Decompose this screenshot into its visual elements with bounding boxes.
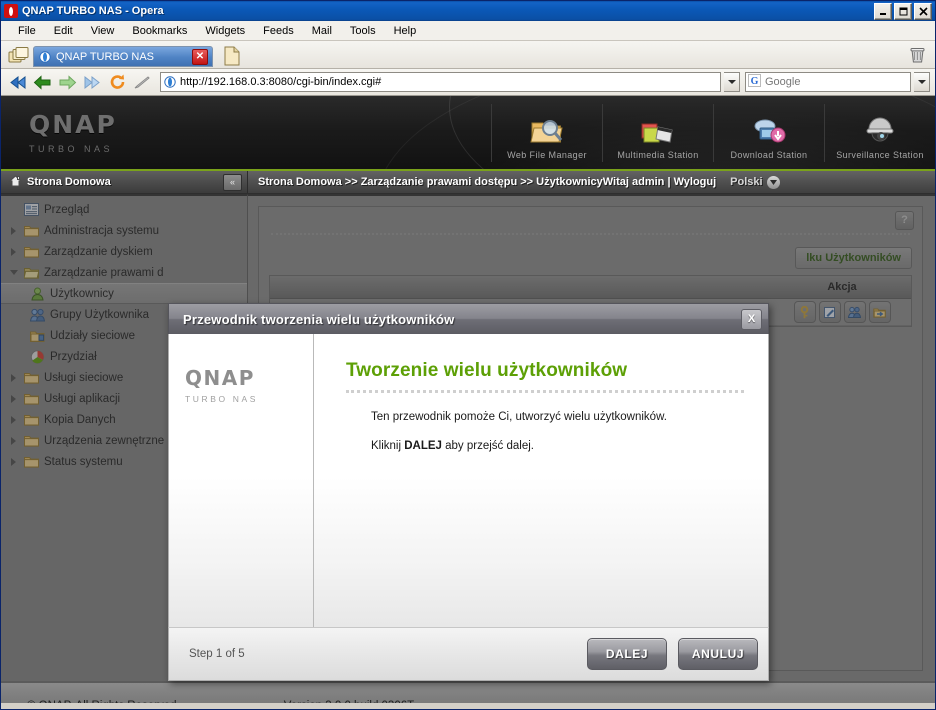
breadcrumb-text: Strona Domowa >> Zarządzanie prawami dos…: [258, 176, 603, 188]
back-button[interactable]: [31, 72, 53, 92]
header-app-shortcuts: Web File Manager Multimedia Station Down…: [491, 96, 935, 169]
chevron-down-icon: [917, 80, 926, 84]
language-selector[interactable]: Polski: [730, 175, 780, 189]
app-label: Surveillance Station: [836, 149, 924, 160]
app-label: Download Station: [730, 149, 808, 160]
window-controls: [874, 3, 932, 20]
app-web-file-manager[interactable]: Web File Manager: [491, 103, 602, 162]
menu-item-file[interactable]: File: [9, 23, 45, 39]
dialog-brand: QNAP TURBO NAS: [169, 334, 314, 627]
home-label: Strona Domowa: [27, 176, 111, 188]
menu-item-view[interactable]: View: [82, 23, 124, 39]
dialog-brand-name: QNAP: [185, 366, 255, 390]
new-tab-button[interactable]: [219, 45, 245, 67]
qnap-banner: QNAP TURBO NAS Web File Manager Multimed…: [1, 96, 935, 171]
menu-item-feeds[interactable]: Feeds: [254, 23, 303, 39]
download-icon: [752, 115, 786, 147]
address-bar: http://192.168.0.3:8080/cgi-bin/index.cg…: [1, 69, 935, 96]
app-download-station[interactable]: Download Station: [713, 103, 824, 162]
menu-item-help[interactable]: Help: [385, 23, 426, 39]
dialog-buttons: DALEJ ANULUJ: [587, 638, 758, 670]
dialog-title: Przewodnik tworzenia wielu użytkowników: [183, 311, 455, 327]
home-tab[interactable]: Strona Domowa «: [1, 171, 248, 193]
tab-favicon-icon: [38, 50, 51, 63]
paragraph-2-bold: DALEJ: [404, 439, 442, 452]
app-label: Web File Manager: [507, 149, 587, 160]
forward-button[interactable]: [56, 72, 78, 92]
chevron-down-icon: [766, 175, 780, 189]
language-label: Polski: [730, 176, 763, 188]
search-engine-dropdown[interactable]: [914, 72, 930, 92]
menu-item-widgets[interactable]: Widgets: [196, 23, 254, 39]
search-placeholder-text: Google: [765, 76, 801, 88]
dialog-brand-tagline: TURBO NAS: [185, 394, 258, 404]
rewind-button[interactable]: [6, 72, 28, 92]
home-icon: [8, 174, 23, 190]
close-button[interactable]: [914, 3, 932, 20]
cancel-button[interactable]: ANULUJ: [678, 638, 758, 670]
welcome-logout-text[interactable]: Witaj admin | Wyloguj: [603, 176, 716, 188]
brand-name: QNAP: [29, 109, 117, 139]
google-icon: G: [748, 74, 761, 90]
browser-tab[interactable]: QNAP TURBO NAS ✕: [33, 46, 213, 67]
qnap-web-page: QNAP TURBO NAS Web File Manager Multimed…: [1, 96, 935, 703]
menu-item-edit[interactable]: Edit: [45, 23, 82, 39]
menu-item-tools[interactable]: Tools: [341, 23, 385, 39]
close-icon[interactable]: X: [741, 308, 762, 330]
window-title: QNAP TURBO NAS - Opera: [22, 5, 164, 17]
menu-item-mail[interactable]: Mail: [303, 23, 341, 39]
tab-bar: QNAP TURBO NAS ✕: [1, 41, 935, 69]
tab-title: QNAP TURBO NAS: [56, 50, 155, 63]
dialog-heading: Tworzenie wielu użytkowników: [346, 360, 628, 381]
url-dropdown-button[interactable]: [724, 72, 740, 92]
tab-close-icon[interactable]: ✕: [192, 48, 208, 65]
menu-bar: File Edit View Bookmarks Widgets Feeds M…: [1, 21, 935, 41]
trash-icon[interactable]: [907, 45, 927, 65]
dialog-paragraph-2: Kliknij DALEJ aby przejść dalej.: [346, 440, 744, 452]
copyright-text: © QNAP, All Rights Reserved.: [1, 700, 180, 704]
opera-browser-window: QNAP TURBO NAS - Opera File Edit View Bo…: [0, 0, 936, 710]
page-footer: © QNAP, All Rights Reserved. Version 3.0…: [1, 681, 935, 703]
paragraph-2-pre: Kliknij: [371, 439, 405, 452]
divider: [346, 389, 744, 393]
version-text: Version 3.0.0 build 0306T: [180, 700, 414, 704]
app-surveillance-station[interactable]: Surveillance Station: [824, 103, 935, 162]
url-bar[interactable]: http://192.168.0.3:8080/cgi-bin/index.cg…: [160, 72, 721, 92]
security-camera-icon: [863, 115, 897, 147]
dialog-paragraph-1: Ten przewodnik pomoże Ci, utworzyć wielu…: [371, 410, 667, 423]
dialog-content: Tworzenie wielu użytkowników Ten przewod…: [314, 334, 768, 627]
opera-logo-icon: [4, 4, 18, 18]
reload-button[interactable]: [106, 72, 128, 92]
app-multimedia-station[interactable]: Multimedia Station: [602, 103, 713, 162]
collapse-sidebar-button[interactable]: «: [223, 173, 242, 191]
dialog-titlebar: Przewodnik tworzenia wielu użytkowników …: [168, 303, 769, 334]
fast-forward-button[interactable]: [81, 72, 103, 92]
step-indicator: Step 1 of 5: [189, 648, 245, 660]
maximize-button[interactable]: [894, 3, 912, 20]
menu-item-bookmarks[interactable]: Bookmarks: [123, 23, 196, 39]
next-button[interactable]: DALEJ: [587, 638, 667, 670]
multi-user-wizard-dialog: Przewodnik tworzenia wielu użytkowników …: [168, 303, 769, 681]
breadcrumb-path: Strona Domowa >> Zarządzanie prawami dos…: [248, 171, 935, 193]
dialog-footer: Step 1 of 5 DALEJ ANULUJ: [168, 627, 769, 681]
tab-stack-icon[interactable]: [5, 45, 33, 67]
url-text: http://192.168.0.3:8080/cgi-bin/index.cg…: [180, 76, 382, 88]
window-titlebar: QNAP TURBO NAS - Opera: [1, 1, 935, 21]
multimedia-icon: [641, 115, 675, 147]
minimize-button[interactable]: [874, 3, 892, 20]
folder-magnifier-icon: [530, 115, 564, 147]
search-input[interactable]: G Google: [745, 72, 911, 92]
brand-tagline: TURBO NAS: [29, 143, 114, 154]
breadcrumb-bar: Strona Domowa « Strona Domowa >> Zarządz…: [1, 171, 935, 194]
svg-text:G: G: [751, 76, 759, 87]
paragraph-2-post: aby przejść dalej.: [441, 439, 534, 452]
edit-pencil-icon[interactable]: [131, 72, 153, 92]
dialog-body: QNAP TURBO NAS Tworzenie wielu użytkowni…: [168, 334, 769, 627]
app-label: Multimedia Station: [617, 149, 699, 160]
qnap-brand: QNAP TURBO NAS: [1, 112, 117, 154]
url-favicon-icon: [163, 76, 176, 89]
session-area: Witaj admin | Wyloguj Polski: [603, 175, 790, 189]
chevron-down-icon: [727, 80, 736, 84]
